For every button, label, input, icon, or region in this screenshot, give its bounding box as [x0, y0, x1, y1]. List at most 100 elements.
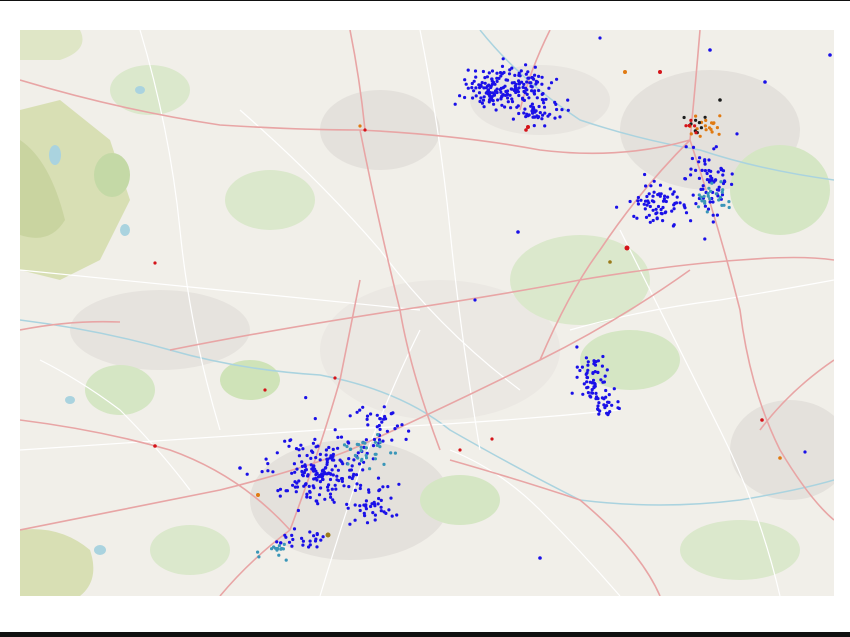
blue-point	[510, 81, 514, 85]
blue-point	[364, 507, 368, 511]
blue-point	[509, 106, 513, 110]
blue-point	[290, 544, 294, 548]
blue-point	[540, 117, 544, 121]
blue-point	[543, 124, 547, 128]
map-view[interactable]	[20, 30, 834, 596]
blue-point	[495, 71, 499, 75]
blue-point	[590, 391, 594, 395]
teal-point	[722, 203, 726, 207]
blue-point	[479, 96, 483, 100]
blue-point	[347, 441, 351, 445]
blue-point	[323, 466, 327, 470]
blue-point	[487, 71, 491, 75]
teal-point	[355, 442, 359, 446]
blue-point	[304, 468, 308, 472]
map-canvas[interactable]	[20, 30, 834, 596]
blue-point	[803, 450, 807, 454]
teal-point	[389, 451, 393, 455]
blue-point	[308, 495, 312, 500]
blue-point	[320, 477, 325, 481]
olive-point	[608, 260, 612, 264]
blue-point	[708, 200, 712, 204]
blue-point	[383, 414, 387, 419]
blue-point	[525, 92, 529, 96]
blue-point	[311, 441, 315, 445]
blue-point	[359, 483, 363, 487]
blue-point	[691, 193, 695, 197]
blue-point	[708, 48, 712, 52]
blue-point	[350, 464, 354, 468]
teal-point	[282, 542, 286, 547]
blue-point	[317, 493, 322, 497]
red-point	[153, 261, 157, 265]
blue-point	[362, 511, 366, 515]
blue-point	[321, 535, 325, 539]
blue-point	[361, 468, 365, 472]
blue-point	[566, 108, 570, 112]
teal-point	[710, 181, 714, 185]
blue-point	[575, 345, 579, 349]
blue-point	[470, 86, 474, 90]
blue-point	[513, 73, 517, 77]
teal-point	[708, 197, 712, 201]
blue-point	[522, 82, 526, 86]
blue-point	[364, 499, 368, 503]
blue-point	[358, 508, 362, 513]
blue-point	[540, 92, 544, 96]
blue-point	[290, 471, 294, 475]
top-border	[0, 0, 850, 1]
teal-point	[277, 544, 281, 548]
blue-point	[376, 502, 380, 506]
teal-point	[727, 200, 731, 204]
reservoir	[49, 145, 61, 165]
blue-point	[596, 370, 600, 374]
teal-point	[364, 446, 368, 450]
blue-point	[517, 93, 521, 98]
teal-point	[359, 449, 363, 453]
blue-point	[602, 380, 607, 384]
blue-point	[700, 168, 704, 172]
blue-point	[721, 173, 725, 177]
blue-point	[328, 492, 333, 496]
blue-point	[660, 212, 664, 216]
blue-point	[366, 423, 370, 427]
blue-point	[527, 96, 531, 100]
blue-point	[578, 368, 582, 373]
blue-point	[684, 145, 688, 149]
blue-point	[646, 199, 650, 203]
park	[150, 525, 230, 575]
blue-point	[652, 200, 656, 204]
blue-point	[537, 104, 541, 109]
blue-point	[602, 397, 606, 401]
blue-point	[304, 396, 308, 400]
blue-point	[582, 382, 586, 386]
blue-point	[515, 105, 519, 109]
reservoir	[120, 224, 130, 236]
blue-point	[635, 216, 639, 220]
blue-point	[651, 194, 655, 198]
blue-point	[331, 447, 335, 451]
blue-point	[371, 444, 376, 448]
blue-point	[649, 184, 653, 188]
blue-point	[592, 385, 596, 389]
blue-point	[333, 428, 337, 432]
red-point	[153, 444, 157, 448]
blue-point	[581, 392, 585, 396]
blue-point	[371, 511, 375, 515]
blue-point	[297, 454, 301, 458]
blue-point	[570, 391, 574, 395]
teal-point	[378, 440, 382, 444]
blue-point	[307, 484, 311, 488]
blue-point	[715, 213, 720, 217]
teal-point	[393, 451, 397, 455]
blue-point	[384, 511, 388, 515]
blue-point	[500, 103, 504, 107]
blue-point	[308, 539, 312, 543]
blue-point	[507, 72, 512, 76]
black-point	[718, 98, 722, 102]
orange-point	[689, 132, 693, 136]
orange-point	[718, 114, 722, 118]
blue-point	[483, 81, 487, 85]
orange-point	[704, 118, 708, 122]
orange-point	[712, 121, 716, 125]
